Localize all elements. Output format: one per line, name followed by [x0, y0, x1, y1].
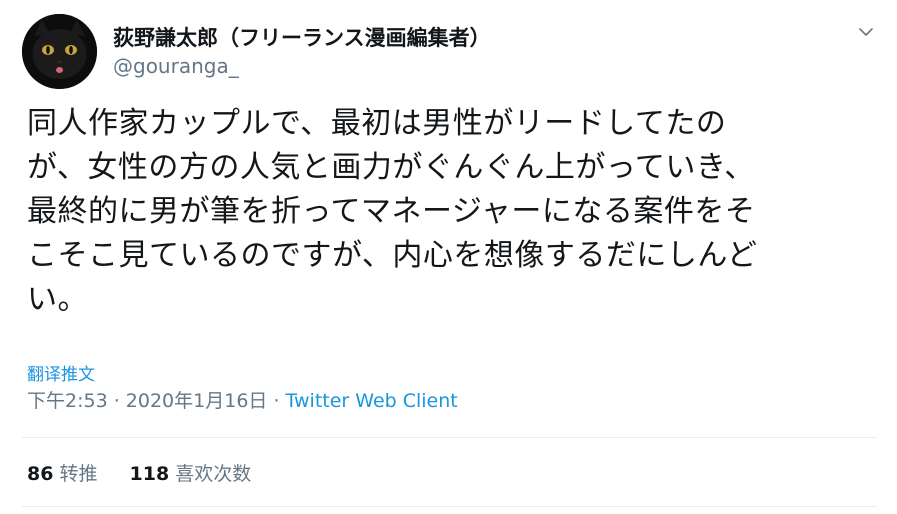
retweets-label: 转推 — [59, 463, 98, 485]
retweets-count: 86 — [27, 463, 54, 485]
tweet-text-line: い。 — [27, 282, 88, 317]
tweet-meta: 下午2:53 · 2020年1月16日 · Twitter Web Client — [27, 386, 458, 413]
avatar[interactable] — [22, 14, 97, 89]
tweet-text-line: 最終的に男が筆を折ってマネージャーになる案件をそ — [27, 194, 756, 229]
black-cat-avatar-icon — [22, 14, 97, 89]
tweet-text-line: 同人作家カップルで、最初は男性がリードしてたの — [27, 106, 727, 141]
likes-label: 喜欢次数 — [175, 463, 252, 485]
translate-tweet-link[interactable]: 翻译推文 — [27, 360, 95, 385]
retweets-stat[interactable]: 86 转推 — [27, 459, 97, 486]
tweet-date[interactable]: 2020年1月16日 — [126, 390, 268, 412]
meta-separator: · — [267, 390, 286, 412]
tweet-source-link[interactable]: Twitter Web Client — [286, 390, 458, 412]
tweet-text-line: が、女性の方の人気と画力がぐんぐん上がっていき、 — [27, 150, 755, 185]
tweet-time[interactable]: 下午2:53 — [27, 390, 108, 412]
chevron-down-icon — [859, 28, 873, 36]
author-display-name[interactable]: 荻野謙太郎（フリーランス漫画編集者） — [113, 22, 491, 52]
tweet-text-line: こそこ見ているのですが、内心を想像するだにしんど — [27, 238, 758, 273]
tweet-text: 同人作家カップルで、最初は男性がリードしてたの が、女性の方の人気と画力がぐんぐ… — [27, 102, 877, 322]
divider — [22, 437, 877, 438]
meta-separator: · — [107, 390, 126, 412]
tweet-card: 荻野謙太郎（フリーランス漫画編集者） @gouranga_ 同人作家カップルで、… — [0, 0, 897, 514]
author-handle[interactable]: @gouranga_ — [113, 54, 239, 78]
likes-stat[interactable]: 118 喜欢次数 — [130, 459, 252, 486]
likes-count: 118 — [129, 463, 170, 485]
tweet-menu-button[interactable] — [856, 22, 876, 42]
divider — [22, 506, 877, 507]
tweet-stats: 86 转推 118 喜欢次数 — [27, 459, 277, 486]
